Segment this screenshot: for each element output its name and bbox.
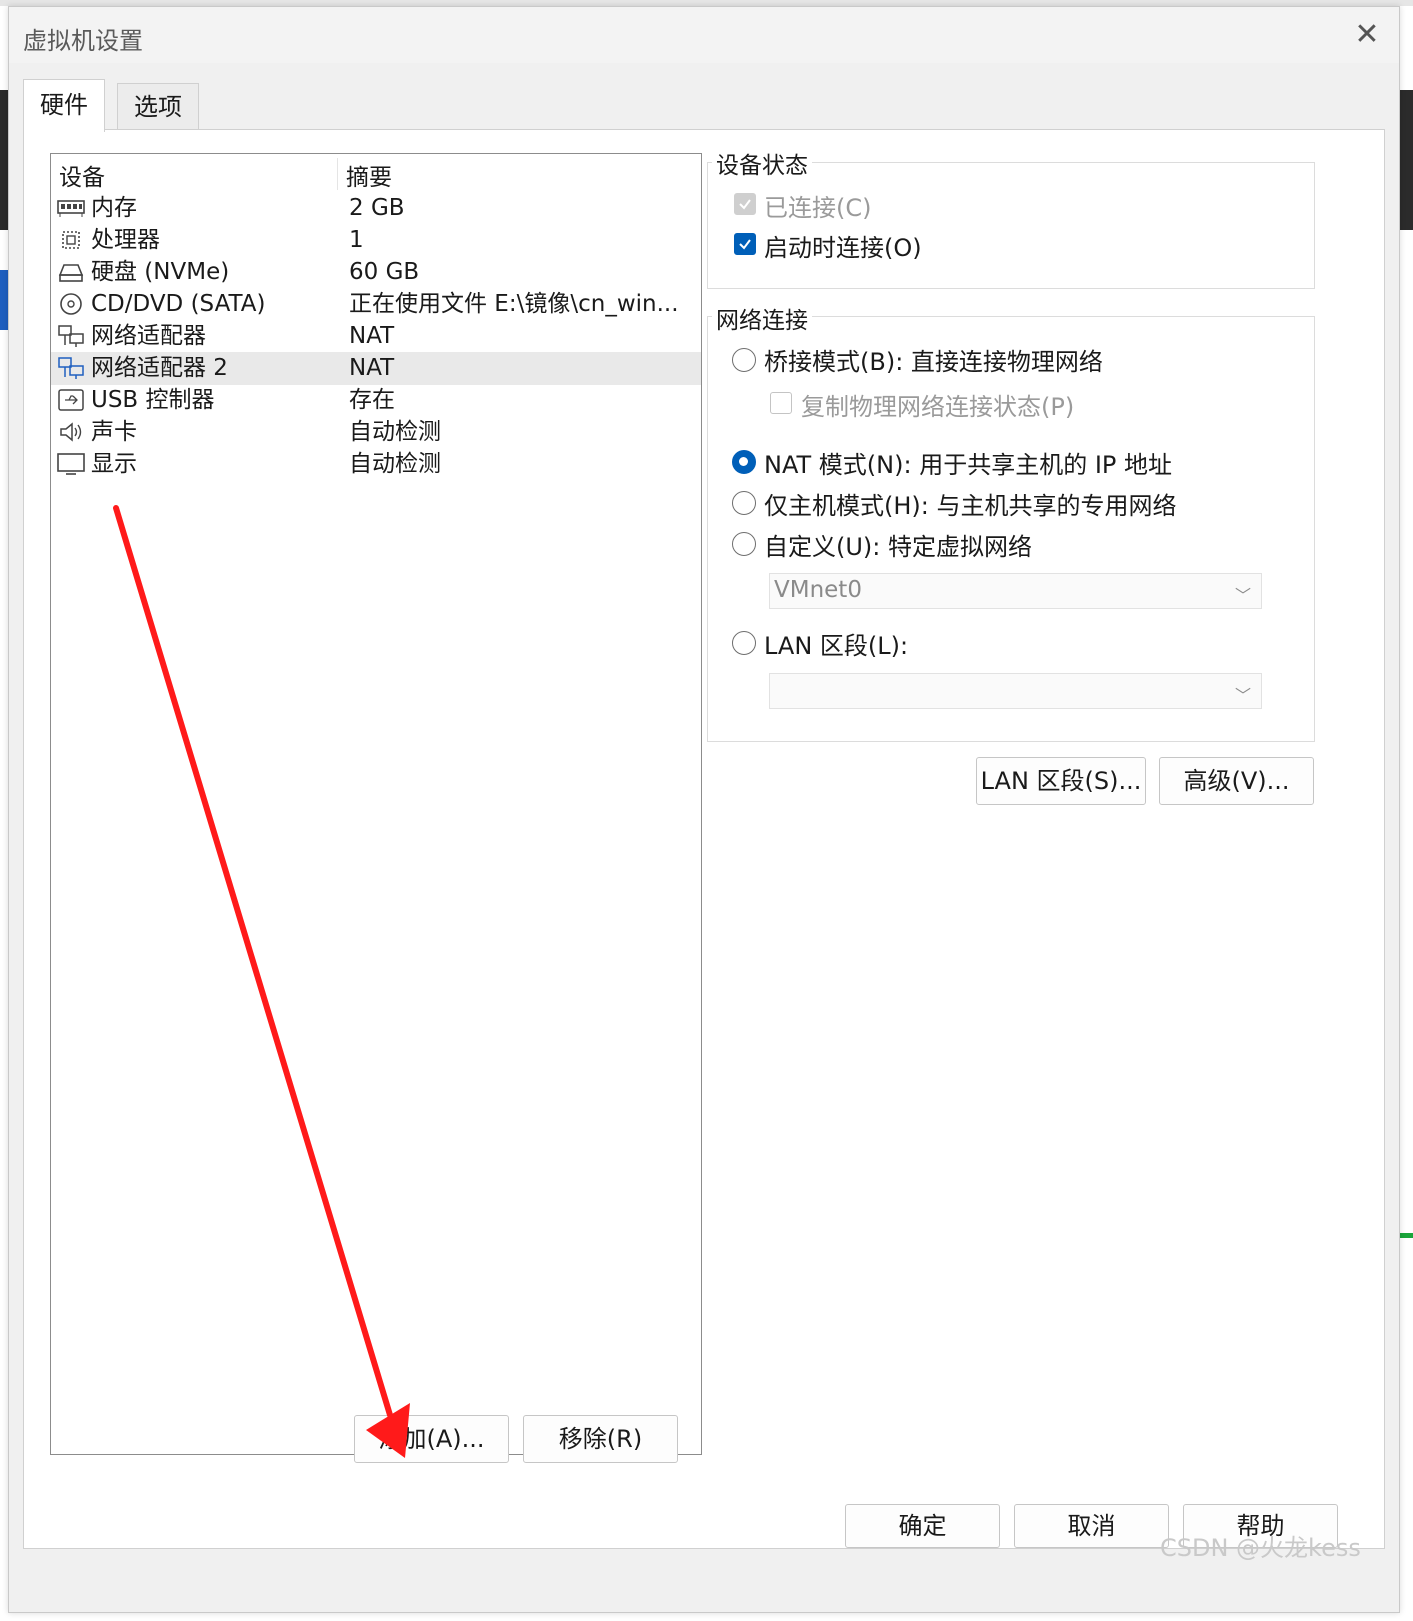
watermark: CSDN @火龙kess [1160, 1534, 1361, 1562]
tab-hardware[interactable]: 硬件 [23, 79, 105, 132]
annotation-arrow [113, 505, 410, 1458]
